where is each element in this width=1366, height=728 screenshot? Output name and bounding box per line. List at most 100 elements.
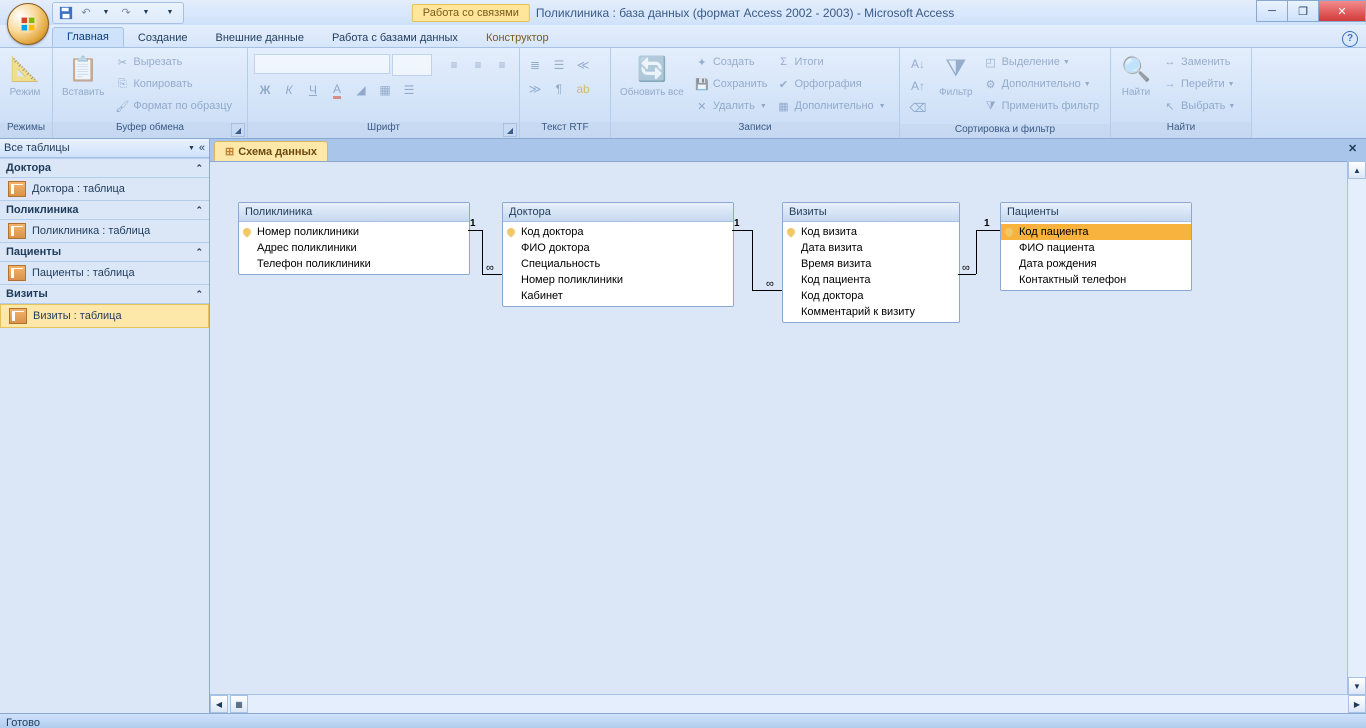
undo-dropdown-icon[interactable]: ▼	[97, 4, 115, 22]
table-field[interactable]: Код доктора	[783, 288, 959, 304]
number-list-button[interactable]: ☰	[548, 54, 570, 76]
table-field[interactable]: Код визита	[783, 224, 959, 240]
highlight-button[interactable]: ab	[572, 78, 594, 100]
vertical-scrollbar[interactable]: ▲ ▼	[1347, 161, 1366, 695]
nav-group-header[interactable]: Визиты⌃	[0, 284, 209, 304]
fill-color-button[interactable]: ◢	[350, 79, 372, 101]
table-field[interactable]: Телефон поликлиники	[239, 256, 469, 272]
paste-button[interactable]: 📋Вставить	[56, 51, 110, 100]
table-field[interactable]: Комментарий к визиту	[783, 304, 959, 320]
align-center-button[interactable]: ≡	[467, 54, 489, 76]
scroll-up-icon[interactable]: ▲	[1348, 161, 1366, 179]
table-vizity[interactable]: ВизитыКод визитаДата визитаВремя визитаК…	[782, 202, 960, 323]
table-field[interactable]: Дата рождения	[1001, 256, 1191, 272]
font-size-combo[interactable]	[392, 54, 432, 76]
refresh-all-button[interactable]: 🔄Обновить все	[614, 51, 690, 100]
scroll-right-icon[interactable]: ▶	[1348, 695, 1366, 713]
table-field[interactable]: Адрес поликлиники	[239, 240, 469, 256]
nav-item[interactable]: Доктора : таблица	[0, 178, 209, 200]
nav-item[interactable]: Поликлиника : таблица	[0, 220, 209, 242]
gridlines-button[interactable]: ▦	[374, 79, 396, 101]
view-mode-button[interactable]: 📐Режим	[3, 51, 47, 100]
advanced-filter-button[interactable]: ⚙Дополнительно▼	[979, 73, 1104, 95]
delete-record-button[interactable]: ✕Удалить▼	[690, 95, 772, 117]
doc-tab-schema[interactable]: ⊞ Схема данных	[214, 141, 328, 161]
nav-header[interactable]: Все таблицы ▼«	[0, 139, 209, 158]
font-color-button[interactable]: A	[326, 79, 348, 101]
table-field[interactable]: Время визита	[783, 256, 959, 272]
indent-inc-button[interactable]: ≫	[524, 78, 546, 100]
scroll-left-icon[interactable]: ◀	[210, 695, 228, 713]
toggle-filter-button[interactable]: ⧩Применить фильтр	[979, 95, 1104, 117]
table-header[interactable]: Поликлиника	[239, 203, 469, 222]
nav-item[interactable]: Пациенты : таблица	[0, 262, 209, 284]
table-field[interactable]: Номер поликлиники	[239, 224, 469, 240]
redo-dropdown-icon[interactable]: ▼	[137, 4, 155, 22]
nav-item[interactable]: Визиты : таблица	[0, 304, 209, 328]
scroll-down-icon[interactable]: ▼	[1348, 677, 1366, 695]
goto-button[interactable]: →Перейти▼	[1158, 73, 1239, 95]
doc-close-button[interactable]: ✕	[1348, 142, 1362, 156]
totals-button[interactable]: ΣИтоги	[772, 51, 890, 73]
copy-button[interactable]: ⎘Копировать	[110, 73, 236, 95]
horizontal-scrollbar[interactable]: ◀ ▦ ▶	[210, 694, 1366, 713]
nav-group-header[interactable]: Доктора⌃	[0, 158, 209, 178]
table-doktora[interactable]: Доктора Код доктораФИО доктораСпециальнос…	[502, 202, 734, 307]
underline-button[interactable]: Ч	[302, 79, 324, 101]
more-records-button[interactable]: ▦Дополнительно▼	[772, 95, 890, 117]
table-field[interactable]: Код доктора	[503, 224, 733, 240]
table-header[interactable]: Визиты	[783, 203, 959, 222]
minimize-button[interactable]: ─	[1256, 0, 1288, 22]
help-icon[interactable]: ?	[1342, 31, 1358, 47]
view-selector-icon[interactable]: ▦	[230, 695, 248, 713]
table-field[interactable]: Кабинет	[503, 288, 733, 304]
table-poliklinika[interactable]: Поликлиника Номер поликлиникиАдрес поликл…	[238, 202, 470, 275]
indent-dec-button[interactable]: ≪	[572, 54, 594, 76]
new-record-button[interactable]: ✦Создать	[690, 51, 772, 73]
tab-create[interactable]: Создание	[124, 29, 202, 47]
table-field[interactable]: Код пациента	[783, 272, 959, 288]
align-right-button[interactable]: ≡	[491, 54, 513, 76]
align-left-button[interactable]: ≡	[443, 54, 465, 76]
undo-icon[interactable]: ↶	[77, 4, 95, 22]
save-icon[interactable]	[57, 4, 75, 22]
close-button[interactable]: ✕	[1318, 0, 1366, 22]
table-header[interactable]: Доктора	[503, 203, 733, 222]
table-pacienty[interactable]: Пациенты Код пациентаФИО пациентаДата рож…	[1000, 202, 1192, 291]
table-field[interactable]: Код пациента	[1001, 224, 1191, 240]
filter-button[interactable]: ⧩Фильтр	[933, 51, 979, 100]
table-field[interactable]: Специальность	[503, 256, 733, 272]
bullet-list-button[interactable]: ≣	[524, 54, 546, 76]
alt-fill-button[interactable]: ☰	[398, 79, 420, 101]
clear-sort-button[interactable]: ⌫	[907, 97, 929, 119]
table-field[interactable]: Дата визита	[783, 240, 959, 256]
format-painter-button[interactable]: 🖌Формат по образцу	[110, 95, 236, 117]
nav-group-header[interactable]: Поликлиника⌃	[0, 200, 209, 220]
office-button[interactable]	[7, 3, 49, 45]
tab-constructor[interactable]: Конструктор	[472, 29, 563, 47]
spelling-button[interactable]: ✔Орфография	[772, 73, 890, 95]
nav-group-header[interactable]: Пациенты⌃	[0, 242, 209, 262]
bold-button[interactable]: Ж	[254, 79, 276, 101]
select-button[interactable]: ↖Выбрать▼	[1158, 95, 1239, 117]
selection-filter-button[interactable]: ◰Выделение▼	[979, 51, 1104, 73]
table-field[interactable]: Контактный телефон	[1001, 272, 1191, 288]
clipboard-dialog-launcher[interactable]: ◢	[231, 123, 245, 137]
relationships-canvas[interactable]: ПоликлиникаНомер поликлиникиАдрес поликл…	[210, 162, 1366, 694]
text-dir-button[interactable]: ¶	[548, 78, 570, 100]
table-field[interactable]: ФИО пациента	[1001, 240, 1191, 256]
redo-icon[interactable]: ↷	[117, 4, 135, 22]
table-field[interactable]: Номер поликлиники	[503, 272, 733, 288]
table-field[interactable]: ФИО доктора	[503, 240, 733, 256]
tab-database-tools[interactable]: Работа с базами данных	[318, 29, 472, 47]
nav-dropdown-icon[interactable]: ▼	[188, 145, 195, 152]
sort-asc-button[interactable]: A↓	[907, 53, 929, 75]
italic-button[interactable]: К	[278, 79, 300, 101]
nav-collapse-icon[interactable]: «	[199, 142, 205, 154]
cut-button[interactable]: ✂Вырезать	[110, 51, 236, 73]
font-dialog-launcher[interactable]: ◢	[503, 123, 517, 137]
maximize-button[interactable]: ❐	[1287, 0, 1319, 22]
table-header[interactable]: Пациенты	[1001, 203, 1191, 222]
qat-customize-icon[interactable]: ▼	[161, 4, 179, 22]
sort-desc-button[interactable]: A↑	[907, 75, 929, 97]
